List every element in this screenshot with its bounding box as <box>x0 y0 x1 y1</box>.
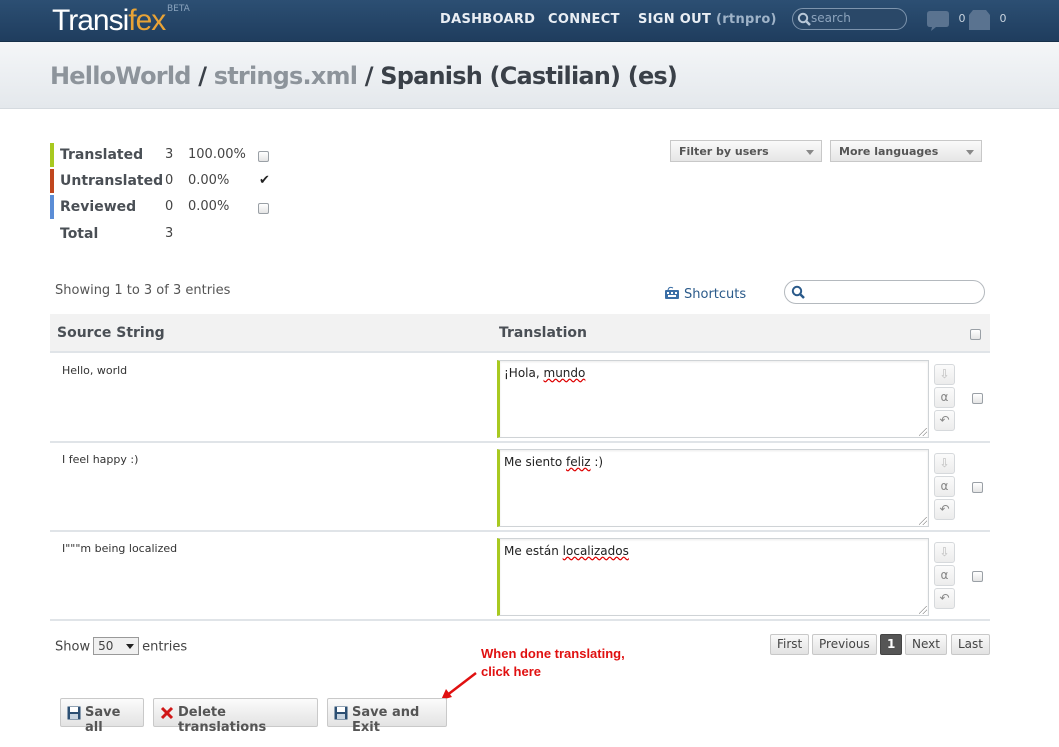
entries-select[interactable]: 50 <box>93 637 140 655</box>
speech-bubble-icon <box>927 11 949 31</box>
stat-untranslated-percent: 0.00% <box>188 173 230 188</box>
row-checkbox[interactable] <box>972 571 983 582</box>
translation-textarea[interactable]: ¡Hola, mundo <box>497 360 929 438</box>
stat-untranslated-count: 0 <box>165 173 174 188</box>
pagination-next[interactable]: Next <box>905 634 947 655</box>
translated-color-bar <box>50 143 54 167</box>
top-navbar: Transifex BETA DASHBOARD CONNECT SIGN OU… <box>0 0 1059 42</box>
more-languages-dropdown[interactable]: More languages <box>830 140 982 162</box>
resize-grip-icon[interactable] <box>919 606 927 614</box>
nav-dashboard[interactable]: DASHBOARD <box>440 12 535 27</box>
username: (rtnpro) <box>715 12 777 27</box>
untranslated-color-bar <box>50 169 54 193</box>
filter-untranslated-checkbox[interactable] <box>258 173 270 188</box>
transifex-logo[interactable]: Transifex <box>52 4 166 38</box>
select-all-checkbox[interactable] <box>970 329 981 340</box>
translation-textarea[interactable]: Me siento feliz :) <box>497 449 929 527</box>
nav-signout[interactable]: SIGN OUT (rtnpro) <box>638 12 777 27</box>
search-icon <box>791 285 805 299</box>
resize-grip-icon[interactable] <box>919 428 927 436</box>
beta-label: BETA <box>167 4 190 14</box>
table-row: Hello, world ¡Hola, mundo ⇩ α ↶ <box>50 354 990 443</box>
source-string: I"""m being localized <box>62 542 178 555</box>
translation-textarea[interactable]: Me están localizados <box>497 538 929 616</box>
inbox-icon <box>969 10 990 30</box>
reviewed-color-bar <box>50 195 54 219</box>
header-search-input[interactable]: search <box>792 8 907 30</box>
pagination-first[interactable]: First <box>770 634 810 655</box>
search-icon <box>797 12 811 26</box>
breadcrumb-language: Spanish (Castilian) (es) <box>380 62 678 90</box>
download-icon[interactable]: ⇩ <box>934 542 955 563</box>
table-row: I feel happy :) Me siento feliz :) ⇩ α ↶ <box>50 443 990 532</box>
breadcrumb-project[interactable]: HelloWorld <box>50 62 191 90</box>
pagination-previous[interactable]: Previous <box>812 634 877 655</box>
column-translation[interactable]: Translation <box>499 325 587 341</box>
download-icon[interactable]: ⇩ <box>934 364 955 385</box>
red-x-icon <box>160 706 174 720</box>
resize-grip-icon[interactable] <box>919 517 927 525</box>
filter-reviewed-checkbox[interactable] <box>258 203 269 214</box>
row-checkbox[interactable] <box>972 393 983 404</box>
breadcrumb: HelloWorld / strings.xml / Spanish (Cast… <box>50 62 678 90</box>
search-placeholder: search <box>811 11 851 25</box>
undo-icon[interactable]: ↶ <box>934 499 955 520</box>
stat-total-label: Total <box>60 226 99 242</box>
stat-total-count: 3 <box>165 226 174 241</box>
delete-translations-button[interactable]: Delete translations <box>153 698 318 735</box>
stat-reviewed-percent: 0.00% <box>188 199 230 214</box>
floppy-disk-icon <box>67 706 81 720</box>
floppy-disk-icon <box>334 706 348 720</box>
keyboard-icon <box>665 286 679 299</box>
messages-badge[interactable]: 0 <box>967 9 1007 31</box>
stat-reviewed-count: 0 <box>165 199 174 214</box>
shortcuts-link[interactable]: Shortcuts <box>664 284 746 302</box>
stat-reviewed-label: Reviewed <box>60 199 137 215</box>
pagination-current-page[interactable]: 1 <box>880 634 903 655</box>
stat-translated-count: 3 <box>165 147 174 162</box>
chevron-down-icon <box>126 644 135 649</box>
pagination-last[interactable]: Last <box>951 634 990 655</box>
filter-translated-checkbox[interactable] <box>258 151 269 162</box>
filter-by-users-dropdown[interactable]: Filter by users <box>670 140 822 162</box>
alpha-icon[interactable]: α <box>934 565 955 586</box>
save-all-button[interactable]: Save all <box>60 698 144 735</box>
table-search-input[interactable] <box>784 280 985 304</box>
stat-untranslated-label: Untranslated <box>60 173 164 189</box>
column-source-string[interactable]: Source String <box>57 325 165 341</box>
row-checkbox[interactable] <box>972 482 983 493</box>
source-string: Hello, world <box>62 364 128 377</box>
source-string: I feel happy :) <box>62 453 139 466</box>
chevron-down-icon <box>806 150 814 155</box>
save-and-exit-button[interactable]: Save and Exit <box>327 698 447 735</box>
undo-icon[interactable]: ↶ <box>934 588 955 609</box>
download-icon[interactable]: ⇩ <box>934 453 955 474</box>
alpha-icon[interactable]: α <box>934 387 955 408</box>
alpha-icon[interactable]: α <box>934 476 955 497</box>
table-header: Source String Translation <box>50 314 990 353</box>
breadcrumb-resource[interactable]: strings.xml <box>214 62 358 90</box>
chevron-down-icon <box>966 150 974 155</box>
notifications-badge[interactable]: 0 <box>926 9 966 31</box>
table-row: I"""m being localized Me están localizad… <box>50 532 990 621</box>
entries-per-page: Show 50 entries <box>55 637 188 655</box>
stat-translated-label: Translated <box>60 147 144 163</box>
showing-entries-info: Showing 1 to 3 of 3 entries <box>55 283 231 298</box>
annotation-note: When done translating, click here <box>481 646 625 679</box>
nav-connect[interactable]: CONNECT <box>548 12 620 27</box>
undo-icon[interactable]: ↶ <box>934 410 955 431</box>
stat-translated-percent: 100.00% <box>188 147 246 162</box>
